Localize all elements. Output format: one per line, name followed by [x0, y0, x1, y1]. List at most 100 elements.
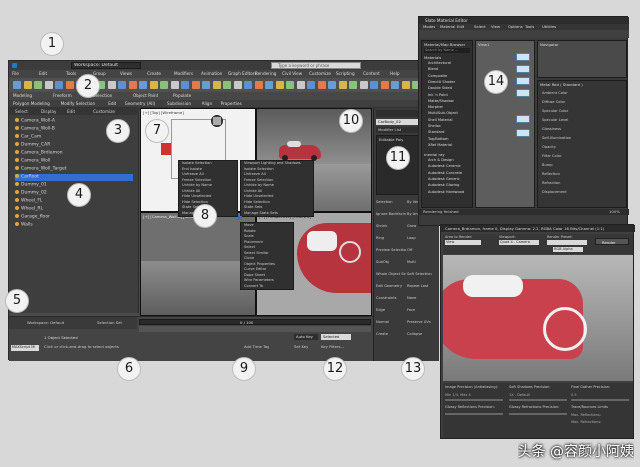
ribbon-subtab[interactable]: Properties [221, 101, 242, 106]
material-type-item[interactable]: Shell Material [428, 118, 472, 122]
material-editor-menu-item[interactable]: Options [508, 24, 523, 29]
menu-item[interactable]: Views [120, 71, 132, 76]
material-param-row[interactable]: Refraction [542, 181, 602, 185]
material-node[interactable] [516, 65, 530, 73]
material-node[interactable] [516, 115, 530, 123]
menu-item[interactable]: Tools [66, 71, 76, 76]
command-rollout-item[interactable]: SubObj [376, 260, 406, 264]
ribbon-subtab[interactable]: Align [202, 101, 213, 106]
toolbar-tool-icon[interactable] [202, 81, 210, 89]
menu-item[interactable]: Create [147, 71, 161, 76]
glossy-refractions-slider[interactable] [509, 413, 567, 415]
toolbar-tool-icon[interactable] [65, 81, 74, 89]
command-rollout-item[interactable]: Create [376, 332, 406, 336]
material-param-row[interactable]: Specular Color [542, 109, 602, 113]
command-rollout-item[interactable]: Normal [376, 320, 406, 324]
toolbar-tool-icon[interactable] [149, 81, 158, 89]
toolbar-tool-icon[interactable] [13, 81, 21, 89]
toolbar-tool-icon[interactable] [275, 81, 284, 89]
material-node[interactable] [516, 53, 530, 61]
ribbon-tab[interactable]: Freeform [53, 93, 72, 98]
toolbar-tool-icon[interactable] [244, 81, 252, 89]
command-rollout-item[interactable]: Soft Selection [407, 272, 437, 276]
navigator-panel[interactable]: Navigator [537, 40, 627, 78]
command-rollout-item[interactable]: Edit Geometry [376, 284, 406, 288]
ribbon-subtab[interactable]: Edit [108, 101, 116, 106]
menu-item[interactable]: Graph Editors [228, 71, 257, 76]
ribbon-tab[interactable]: Object Paint [133, 93, 158, 98]
material-param-row[interactable]: Filter Color [542, 154, 602, 158]
ribbon-subtab[interactable]: Polygon Modeling [13, 101, 50, 106]
command-rollout-item[interactable]: Repeat Last [407, 284, 437, 288]
set-key-button[interactable]: Set Key [294, 344, 308, 349]
material-param-row[interactable]: Reflection [542, 172, 602, 176]
toolbar-tool-icon[interactable] [349, 81, 357, 89]
toolbar-tool-icon[interactable] [317, 81, 326, 89]
toolbar-tool-icon[interactable] [160, 81, 168, 89]
menu-item[interactable]: File [12, 71, 19, 76]
toolbar-tool-icon[interactable] [254, 81, 263, 89]
toolbar-tool-icon[interactable] [380, 81, 389, 89]
toolbar-tool-icon[interactable] [107, 81, 116, 89]
command-rollout-item[interactable]: Whole Object Selected [376, 272, 406, 276]
material-editor-menu-item[interactable]: Edit [457, 24, 464, 29]
scene-tree-item[interactable]: Camera_Woll_Target [15, 166, 133, 173]
material-type-item[interactable]: Matte/Shadow [428, 99, 472, 103]
toolbar-tool-icon[interactable] [401, 81, 410, 89]
material-type-item[interactable]: DirectX Shader [428, 80, 472, 84]
material-editor-menu-item[interactable]: Select [474, 24, 486, 29]
add-time-tag-button[interactable]: Add Time Tag [244, 344, 269, 349]
final-gather-slider[interactable] [571, 399, 629, 401]
material-type-item[interactable]: Morpher [428, 105, 472, 109]
scene-explorer-tab[interactable]: Customize [93, 109, 115, 114]
ribbon-tab[interactable]: Modeling [13, 93, 32, 98]
material-node[interactable] [516, 89, 530, 97]
toolbar-tool-icon[interactable] [212, 81, 221, 89]
material-node[interactable] [516, 129, 530, 137]
menu-item[interactable]: Rendering [255, 71, 276, 76]
mental-ray-item[interactable]: Autodesk Generic [428, 177, 472, 181]
area-to-render-dropdown[interactable]: View [445, 240, 481, 245]
mental-ray-item[interactable]: Autodesk Ceramic [428, 164, 472, 168]
menu-item[interactable]: Animation [201, 71, 222, 76]
toolbar-tool-icon[interactable] [370, 81, 378, 89]
material-param-row[interactable]: Diffuse Color [542, 100, 602, 104]
command-rollout-item[interactable]: Preview Selection [376, 248, 406, 252]
scene-tree-item[interactable]: Walls [15, 222, 133, 229]
scene-explorer-tab[interactable]: Edit [67, 109, 75, 114]
material-param-row[interactable]: Self-Illumination [542, 136, 602, 140]
command-rollout-item[interactable]: Ignore Backfacing [376, 212, 406, 216]
command-rollout-item[interactable]: Face [407, 308, 437, 312]
scene-tree-item[interactable]: CarRoot [15, 174, 133, 181]
material-type-item[interactable]: Standard [428, 130, 472, 134]
toolbar-tool-icon[interactable] [191, 81, 200, 89]
command-rollout-item[interactable]: Multi [407, 260, 437, 264]
mental-ray-group-header[interactable]: mental ray [424, 152, 445, 157]
soft-shadows-slider[interactable] [509, 399, 567, 401]
toolbar-tool-icon[interactable] [233, 81, 242, 89]
material-editor-menu-item[interactable]: Material [440, 24, 455, 29]
glossy-reflections-slider[interactable] [445, 413, 503, 415]
footer-selection-set[interactable]: Selection Set [97, 320, 122, 325]
command-rollout-item[interactable]: Shrink [376, 224, 406, 228]
toolbar-tool-icon[interactable] [34, 81, 42, 89]
toolbar-tool-icon[interactable] [23, 81, 32, 89]
auto-key-button[interactable]: Auto Key [294, 334, 318, 340]
toolbar-tool-icon[interactable] [44, 81, 53, 89]
ribbon-subtab[interactable]: Subdivision [167, 101, 191, 106]
material-type-item[interactable]: Ink 'n Paint [428, 93, 472, 97]
render-button[interactable]: Render [595, 238, 629, 245]
material-type-item[interactable]: Double Sided [428, 86, 472, 90]
toolbar-tool-icon[interactable] [286, 81, 294, 89]
mental-ray-item[interactable]: Autodesk Glazing [428, 183, 472, 187]
mental-ray-item[interactable]: Arch & Design [428, 158, 472, 162]
toolbar-tool-icon[interactable] [139, 81, 147, 89]
toolbar-tool-icon[interactable] [265, 81, 273, 89]
ribbon-tab[interactable]: Populate [173, 93, 191, 98]
toolbar-tool-icon[interactable] [128, 81, 137, 89]
scene-tree-item[interactable]: Garage_floor [15, 214, 133, 221]
time-slider[interactable]: 0 / 100 [139, 319, 371, 325]
scene-tree-item[interactable]: Dummy_CAR [15, 142, 133, 149]
menu-item[interactable]: Modifiers [174, 71, 193, 76]
key-filters-button[interactable]: Key Filters... [321, 344, 344, 349]
